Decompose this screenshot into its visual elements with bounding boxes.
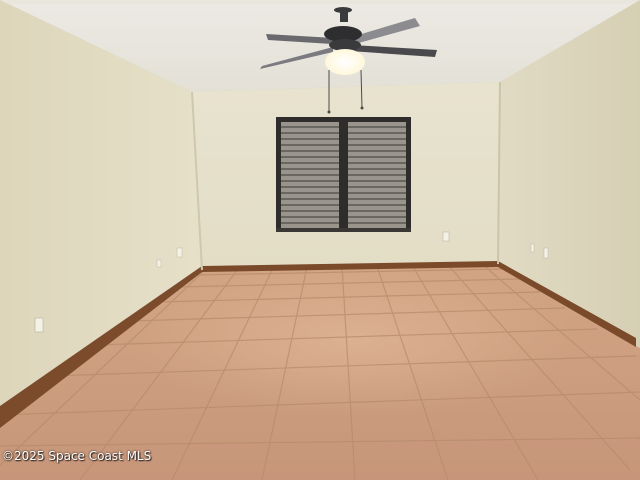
outlet-left-back (176, 247, 183, 258)
outlet-back-right (442, 231, 450, 242)
window (276, 117, 411, 232)
copyright-watermark: ©2025 Space Coast MLS (2, 449, 152, 463)
outlet-left-wall (34, 317, 44, 333)
empty-room-photo: ©2025 Space Coast MLS (0, 0, 640, 480)
outlet-right-wall (543, 247, 549, 259)
fan-light-globe (325, 49, 365, 75)
